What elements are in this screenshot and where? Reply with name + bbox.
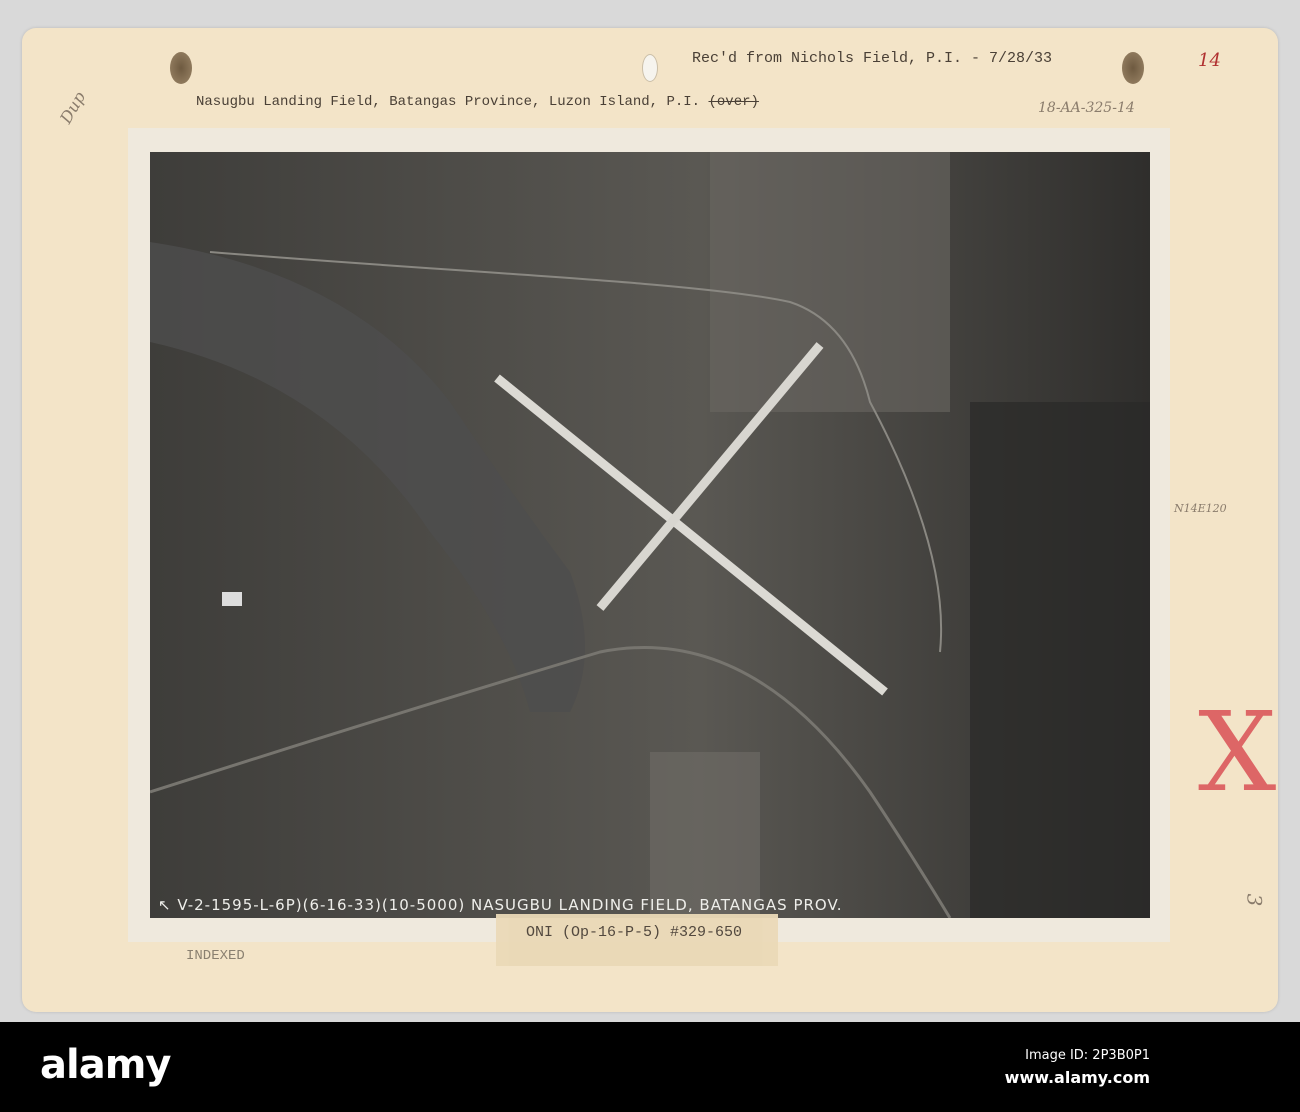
indexed-stamp: INDEXED xyxy=(186,948,245,964)
alamy-logo: alamy xyxy=(40,1042,171,1088)
punch-hole xyxy=(1122,52,1144,84)
punch-hole xyxy=(170,52,192,84)
red-x-mark: X xyxy=(1198,688,1277,816)
handwritten-dup: Dup xyxy=(56,88,90,127)
site-url[interactable]: www.alamy.com xyxy=(1005,1068,1150,1087)
aerial-photo: ↖ V-2-1595-L-6P)(6-16-33)(10-5000) NASUG… xyxy=(150,152,1150,918)
title-line: Nasugbu Landing Field, Batangas Province… xyxy=(196,94,759,110)
coordinates-note: N14E120 xyxy=(1174,502,1227,515)
tape-label: ONI (Op-16-P-5) #329-650 xyxy=(496,914,778,966)
received-note: Rec'd from Nichols Field, P.I. - 7/28/33 xyxy=(692,50,1053,67)
image-id: Image ID: 2P3B0P1 xyxy=(1025,1048,1150,1063)
aerial-landscape xyxy=(150,152,1150,918)
margin-number: 3 xyxy=(1242,893,1267,907)
file-number: 18-AA-325-14 xyxy=(1038,100,1135,116)
watermark-footer: alamy Image ID: 2P3B0P1 www.alamy.com xyxy=(0,1022,1300,1112)
punch-hole xyxy=(642,54,658,82)
title-text: Nasugbu Landing Field, Batangas Province… xyxy=(196,94,701,110)
struck-text: (over) xyxy=(708,94,759,110)
photo-caption: ↖ V-2-1595-L-6P)(6-16-33)(10-5000) NASUG… xyxy=(158,896,843,914)
tape-label-text: ONI (Op-16-P-5) #329-650 xyxy=(526,924,743,941)
handwritten-number: 14 xyxy=(1198,50,1221,71)
